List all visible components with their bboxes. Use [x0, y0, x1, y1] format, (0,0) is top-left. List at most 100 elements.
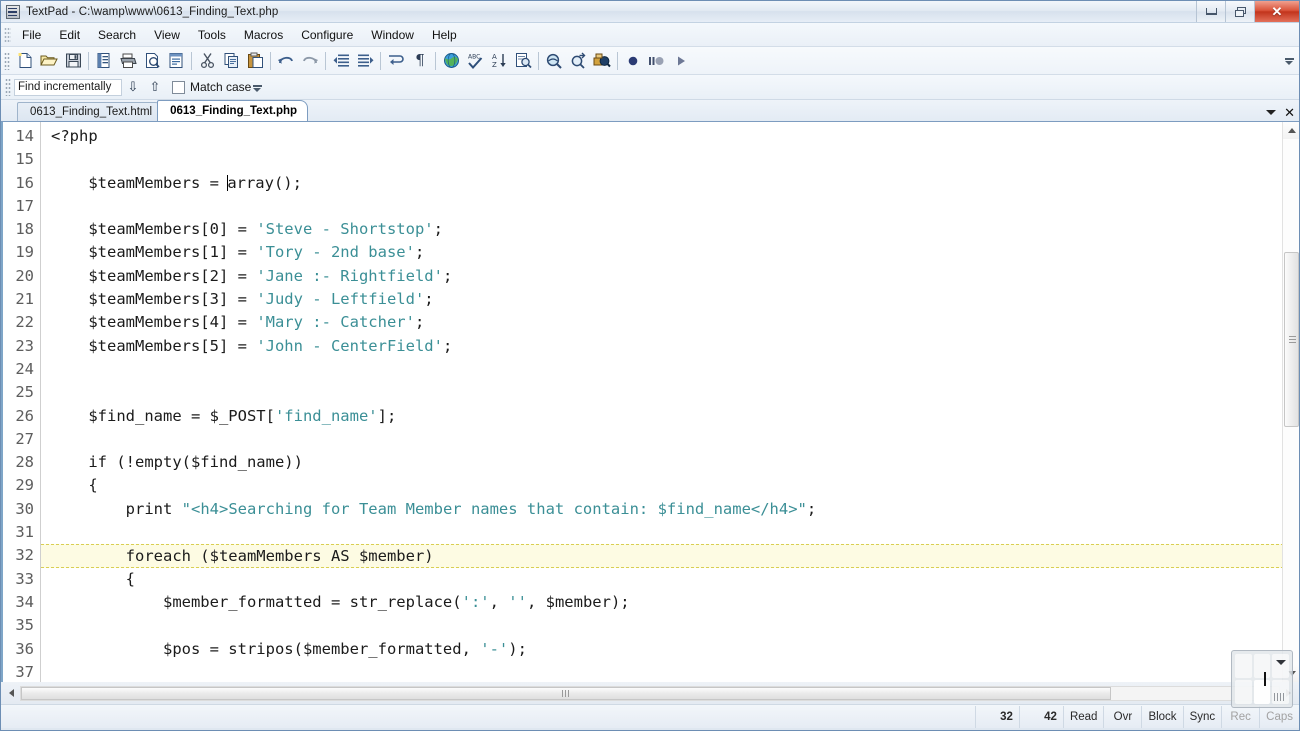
- spell-check-button[interactable]: ABC: [463, 49, 487, 73]
- web-browser-button[interactable]: [439, 49, 463, 73]
- paste-button[interactable]: [243, 49, 267, 73]
- menu-help[interactable]: Help: [423, 26, 466, 44]
- keypad-cell[interactable]: [1272, 680, 1289, 704]
- replace-button[interactable]: [590, 49, 614, 73]
- tab-0613-finding-text-html[interactable]: 0613_Finding_Text.html: [17, 102, 164, 121]
- keypad-cell[interactable]: [1235, 654, 1252, 678]
- code-line[interactable]: $teamMembers[5] = 'John - CenterField';: [41, 335, 1299, 358]
- show-paragraph-marks-button[interactable]: ¶: [408, 49, 432, 73]
- redo-button[interactable]: [298, 49, 322, 73]
- match-case-checkbox[interactable]: [172, 80, 185, 94]
- decrease-indent-button[interactable]: [329, 49, 353, 73]
- menubar-grip-icon[interactable]: [4, 26, 11, 43]
- status-block-mode[interactable]: Block: [1141, 705, 1182, 728]
- menu-macros[interactable]: Macros: [235, 26, 292, 44]
- save-file-button[interactable]: [61, 49, 85, 73]
- code-line[interactable]: [41, 428, 1299, 451]
- scroll-left-button[interactable]: [3, 685, 20, 701]
- sort-button[interactable]: A Z: [487, 49, 511, 73]
- word-wrap-button[interactable]: [384, 49, 408, 73]
- tab-0613-finding-text-php[interactable]: 0613_Finding_Text.php: [157, 100, 309, 121]
- code-line[interactable]: [41, 381, 1299, 404]
- code-line[interactable]: print "<h4>Searching for Team Member nam…: [41, 498, 1299, 521]
- toolbar-overflow-button[interactable]: [1283, 51, 1295, 71]
- code-line[interactable]: $teamMembers[2] = 'Jane :- Rightfield';: [41, 265, 1299, 288]
- status-overwrite-mode[interactable]: Ovr: [1103, 705, 1141, 728]
- file-properties-button[interactable]: [92, 49, 116, 73]
- resize-grip-icon[interactable]: [1273, 693, 1286, 701]
- code-text-area[interactable]: <?php $teamMembers = array(); $teamMembe…: [41, 122, 1299, 682]
- find-next-button[interactable]: ⇧: [144, 77, 166, 97]
- restore-button[interactable]: [1225, 1, 1254, 22]
- code-line[interactable]: if (!empty($find_name)): [41, 451, 1299, 474]
- close-button[interactable]: ✕: [1254, 1, 1299, 22]
- status-sync-mode[interactable]: Sync: [1182, 705, 1222, 728]
- code-line[interactable]: <?php: [41, 125, 1299, 148]
- arrow-up-icon: ⇧: [149, 79, 161, 94]
- menu-search[interactable]: Search: [89, 26, 145, 44]
- status-read-mode[interactable]: Read: [1062, 705, 1104, 728]
- title-bar: TextPad - C:\wamp\www\0613_Finding_Text.…: [1, 1, 1299, 23]
- code-line[interactable]: [41, 195, 1299, 218]
- code-line[interactable]: $find_name = $_POST['find_name'];: [41, 405, 1299, 428]
- code-line[interactable]: [41, 148, 1299, 171]
- code-line[interactable]: [41, 661, 1299, 682]
- minimize-button[interactable]: [1196, 1, 1225, 22]
- increase-indent-button[interactable]: [353, 49, 377, 73]
- horizontal-scroll-thumb[interactable]: [21, 686, 1111, 700]
- code-line[interactable]: $teamMembers[3] = 'Judy - Leftfield';: [41, 288, 1299, 311]
- code-line[interactable]: [41, 521, 1299, 544]
- code-line-bookmarked[interactable]: foreach ($teamMembers AS $member): [41, 544, 1299, 568]
- editor-horizontal-scrollbar[interactable]: [1, 682, 1299, 704]
- cut-button[interactable]: [195, 49, 219, 73]
- record-macro-button[interactable]: [621, 49, 645, 73]
- horizontal-scroll-track[interactable]: [20, 685, 1280, 701]
- keypad-cell[interactable]: [1253, 680, 1271, 704]
- print-button[interactable]: [116, 49, 140, 73]
- menu-view[interactable]: View: [145, 26, 189, 44]
- menu-configure[interactable]: Configure: [292, 26, 362, 44]
- scroll-up-button[interactable]: [1283, 122, 1299, 139]
- new-file-button[interactable]: [13, 49, 37, 73]
- chevron-down-icon[interactable]: [1275, 660, 1286, 665]
- close-document-icon[interactable]: ✕: [1284, 106, 1295, 119]
- code-line[interactable]: $teamMembers = array();: [41, 172, 1299, 195]
- tab-list-dropdown-icon[interactable]: [1266, 110, 1277, 115]
- code-line[interactable]: $teamMembers[4] = 'Mary :- Catcher';: [41, 311, 1299, 334]
- findbar-grip-icon[interactable]: [5, 78, 11, 96]
- code-line[interactable]: $teamMembers[1] = 'Tory - 2nd base';: [41, 241, 1299, 264]
- code-line[interactable]: [41, 358, 1299, 381]
- code-line[interactable]: $member_formatted = str_replace(':', '',…: [41, 591, 1299, 614]
- undo-button[interactable]: [274, 49, 298, 73]
- menu-edit[interactable]: Edit: [50, 26, 89, 44]
- find-in-files-button[interactable]: [511, 49, 535, 73]
- keypad-cell[interactable]: [1253, 654, 1271, 678]
- find-previous-button[interactable]: ⇩: [122, 77, 144, 97]
- code-line[interactable]: $pos = stripos($member_formatted, '-');: [41, 638, 1299, 661]
- keypad-cell[interactable]: [1235, 680, 1252, 704]
- copy-button[interactable]: [219, 49, 243, 73]
- print-preview-button[interactable]: [140, 49, 164, 73]
- code-line[interactable]: {: [41, 568, 1299, 591]
- code-token: ;: [442, 266, 453, 285]
- document-view-button[interactable]: [164, 49, 188, 73]
- floating-onscreen-keypad[interactable]: [1231, 650, 1293, 708]
- open-file-button[interactable]: [37, 49, 61, 73]
- menu-file[interactable]: File: [13, 26, 50, 44]
- vertical-scroll-thumb[interactable]: [1284, 252, 1299, 427]
- code-line[interactable]: {: [41, 474, 1299, 497]
- code-line[interactable]: $teamMembers[0] = 'Steve - Shortstop';: [41, 218, 1299, 241]
- find-next-button[interactable]: [566, 49, 590, 73]
- toolbar-grip-icon[interactable]: [4, 51, 10, 70]
- menu-window[interactable]: Window: [362, 26, 423, 44]
- play-macro-button[interactable]: [669, 49, 693, 73]
- pause-macro-button[interactable]: [645, 49, 669, 73]
- line-number: 18: [15, 220, 34, 239]
- editor-vertical-scrollbar[interactable]: [1282, 122, 1299, 682]
- findbar-overflow-button[interactable]: [251, 79, 263, 97]
- find-incrementally-input[interactable]: Find incrementally: [14, 78, 122, 96]
- menu-tools[interactable]: Tools: [189, 26, 235, 44]
- keypad-cell[interactable]: [1272, 654, 1289, 678]
- find-button[interactable]: [542, 49, 566, 73]
- code-line[interactable]: [41, 614, 1299, 637]
